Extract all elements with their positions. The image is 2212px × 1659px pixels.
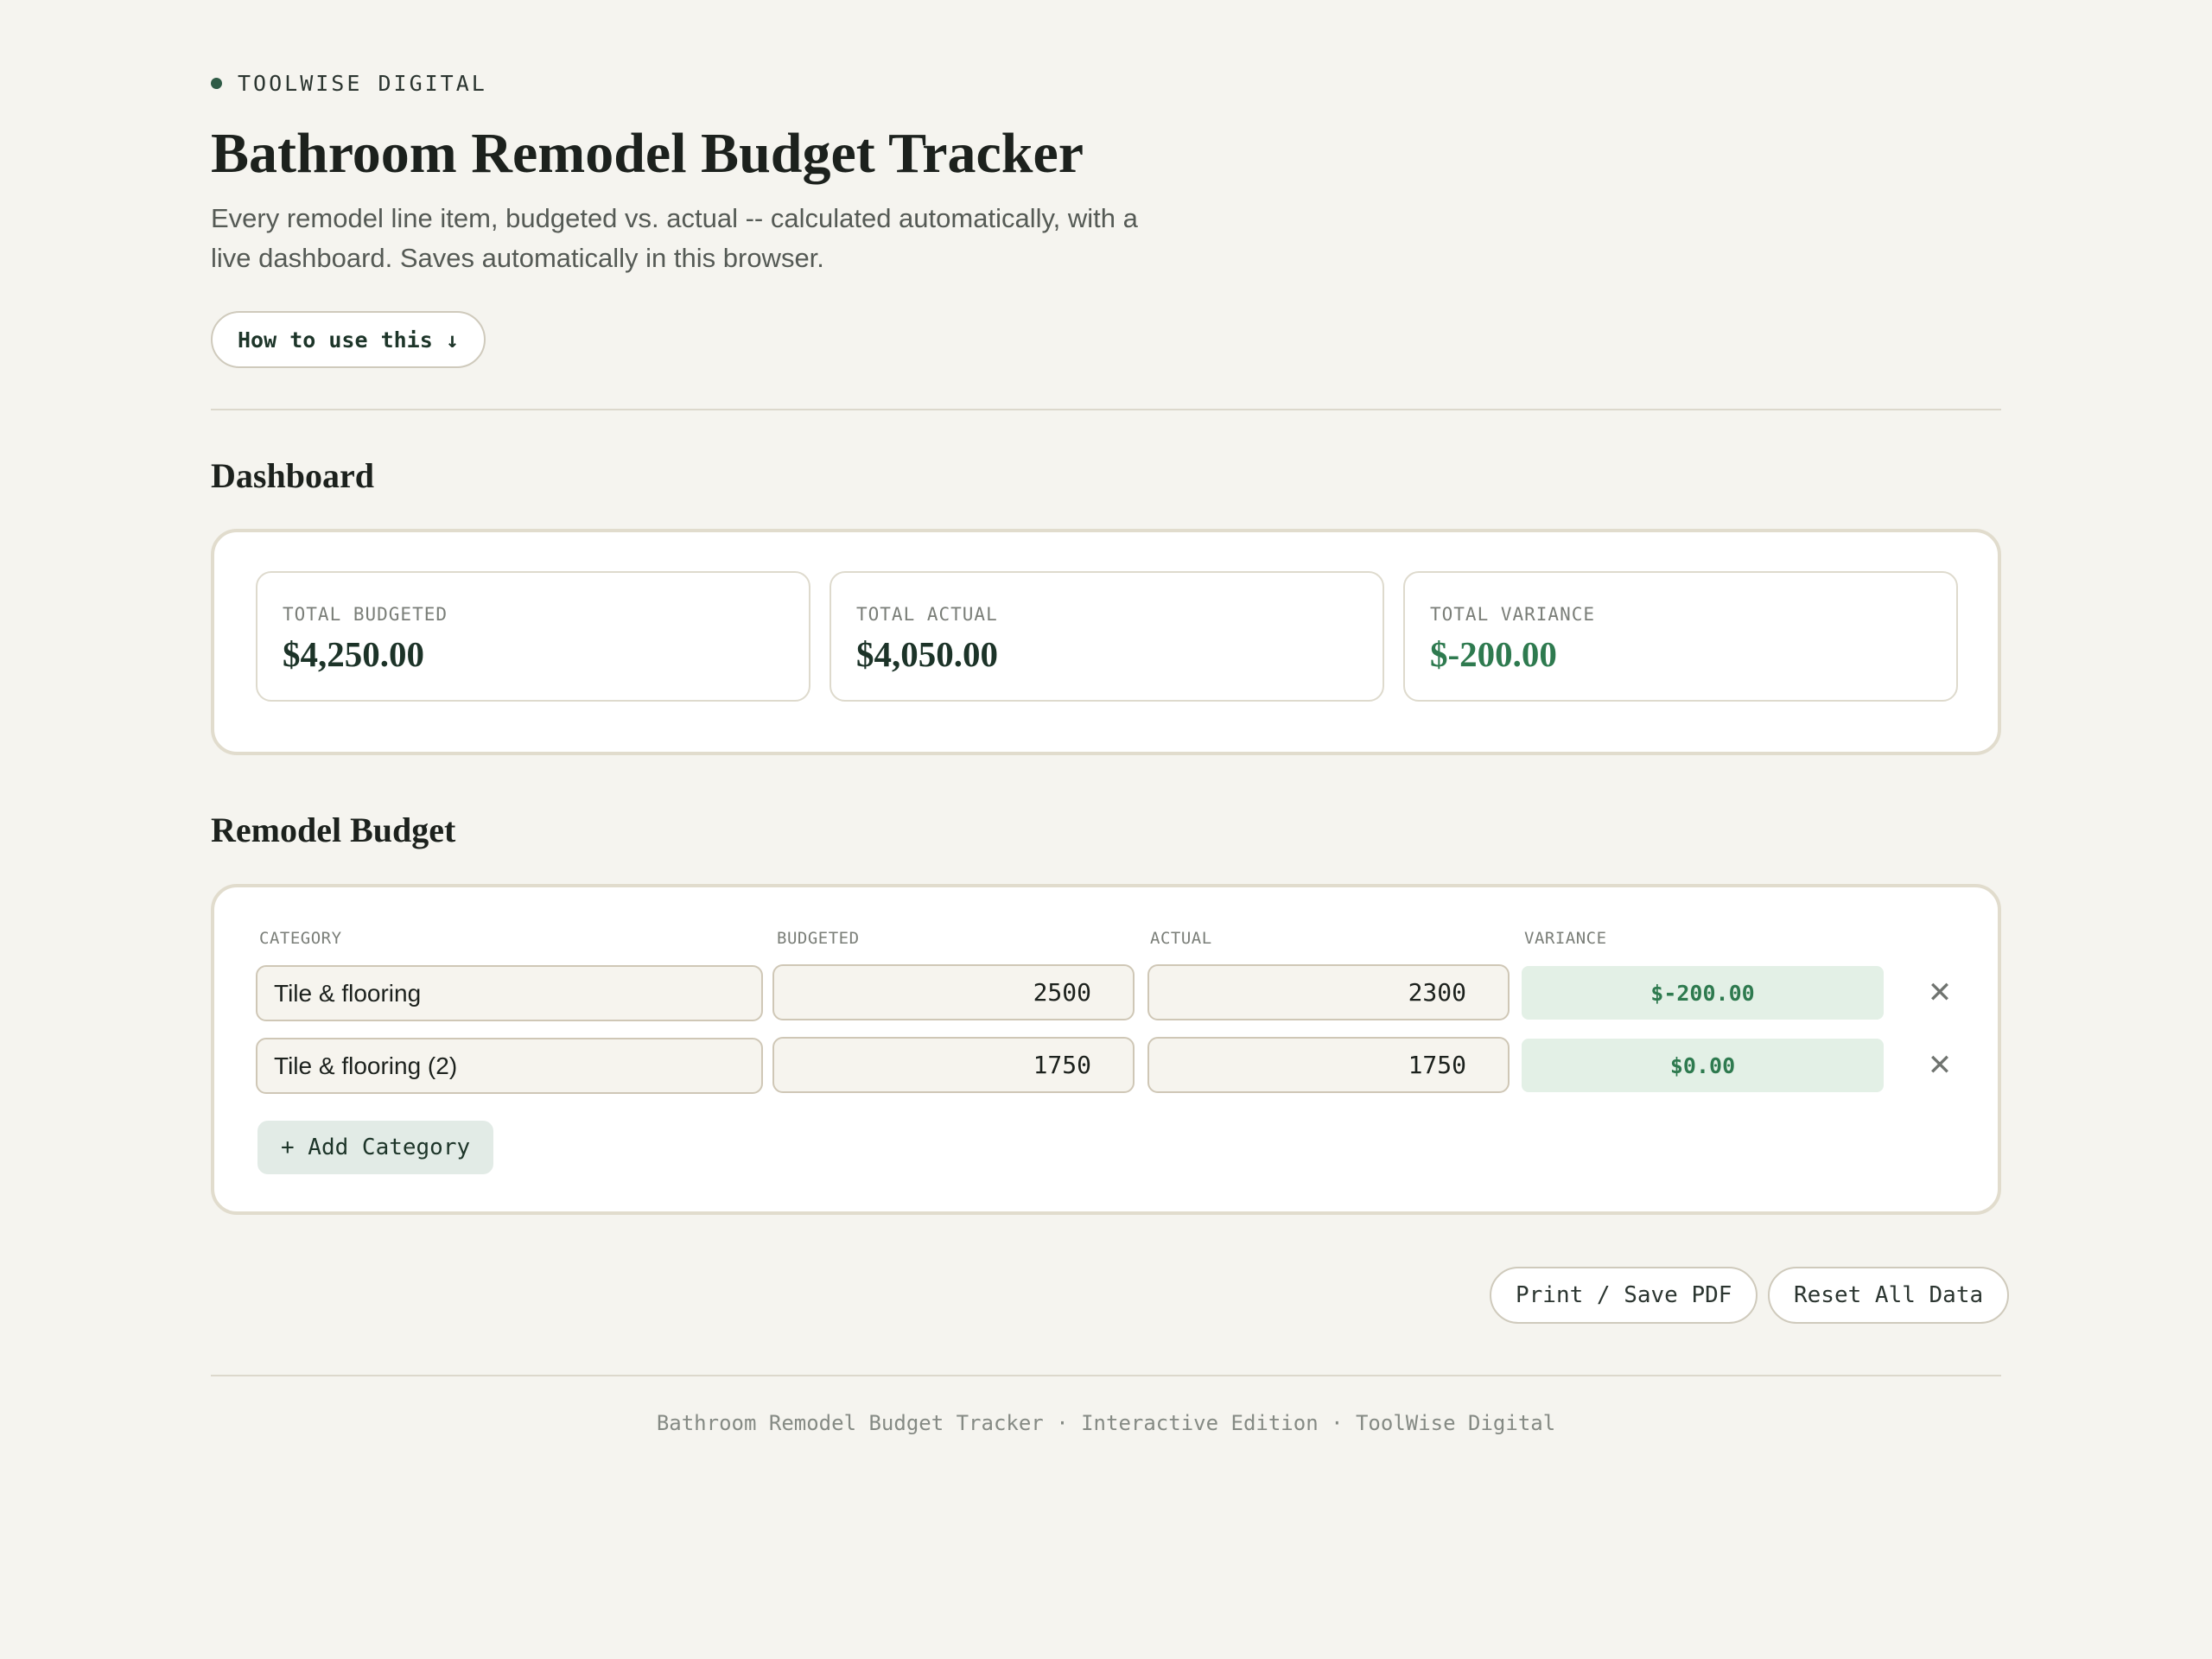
column-header-budgeted: BUDGETED xyxy=(777,929,860,948)
kpi-total-actual: TOTAL ACTUAL $4,050.00 xyxy=(830,571,1384,702)
how-to-use-button[interactable]: How to use this ↓ xyxy=(211,311,486,368)
kpi-value: $4,250.00 xyxy=(283,634,424,674)
brand-dot-icon xyxy=(211,78,222,89)
header-divider xyxy=(211,409,2001,410)
kpi-value: $4,050.00 xyxy=(856,634,998,674)
kpi-total-budgeted: TOTAL BUDGETED $4,250.00 xyxy=(256,571,810,702)
brand: TOOLWISE DIGITAL xyxy=(211,71,487,96)
column-header-actual: ACTUAL xyxy=(1150,929,1212,948)
page-title: Bathroom Remodel Budget Tracker xyxy=(211,122,1084,185)
kpi-total-variance: TOTAL VARIANCE $-200.00 xyxy=(1403,571,1958,702)
add-category-button[interactable]: + Add Category xyxy=(257,1121,494,1174)
actual-input[interactable]: 1750 xyxy=(1147,1037,1510,1093)
kpi-label: TOTAL VARIANCE xyxy=(1430,604,1596,625)
close-icon[interactable]: ✕ xyxy=(1923,1048,1957,1083)
budget-panel: CATEGORY BUDGETED ACTUAL VARIANCE Tile &… xyxy=(211,884,2001,1215)
remodel-budget-heading: Remodel Budget xyxy=(211,810,456,849)
kpi-label: TOTAL BUDGETED xyxy=(283,604,448,625)
brand-name: TOOLWISE DIGITAL xyxy=(238,71,487,96)
variance-value: $-200.00 xyxy=(1522,966,1884,1020)
budgeted-input[interactable]: 1750 xyxy=(772,1037,1135,1093)
reset-all-data-button[interactable]: Reset All Data xyxy=(1768,1267,2010,1324)
variance-value: $0.00 xyxy=(1522,1039,1884,1092)
column-header-category: CATEGORY xyxy=(259,929,342,948)
print-save-pdf-button[interactable]: Print / Save PDF xyxy=(1490,1267,1758,1324)
column-header-variance: VARIANCE xyxy=(1524,929,1607,948)
budgeted-input[interactable]: 2500 xyxy=(772,964,1135,1020)
category-input[interactable]: Tile & flooring xyxy=(256,965,763,1021)
dashboard-heading: Dashboard xyxy=(211,456,374,495)
kpi-label: TOTAL ACTUAL xyxy=(856,604,998,625)
category-input[interactable]: Tile & flooring (2) xyxy=(256,1038,763,1094)
close-icon[interactable]: ✕ xyxy=(1923,976,1957,1010)
actual-input[interactable]: 2300 xyxy=(1147,964,1510,1020)
page-subtitle: Every remodel line item, budgeted vs. ac… xyxy=(211,203,1138,273)
kpi-value: $-200.00 xyxy=(1430,634,1557,674)
dashboard-panel: TOTAL BUDGETED $4,250.00 TOTAL ACTUAL $4… xyxy=(211,529,2001,755)
footer-divider xyxy=(211,1375,2001,1376)
footer-text: Bathroom Remodel Budget Tracker · Intera… xyxy=(656,1411,1556,1435)
